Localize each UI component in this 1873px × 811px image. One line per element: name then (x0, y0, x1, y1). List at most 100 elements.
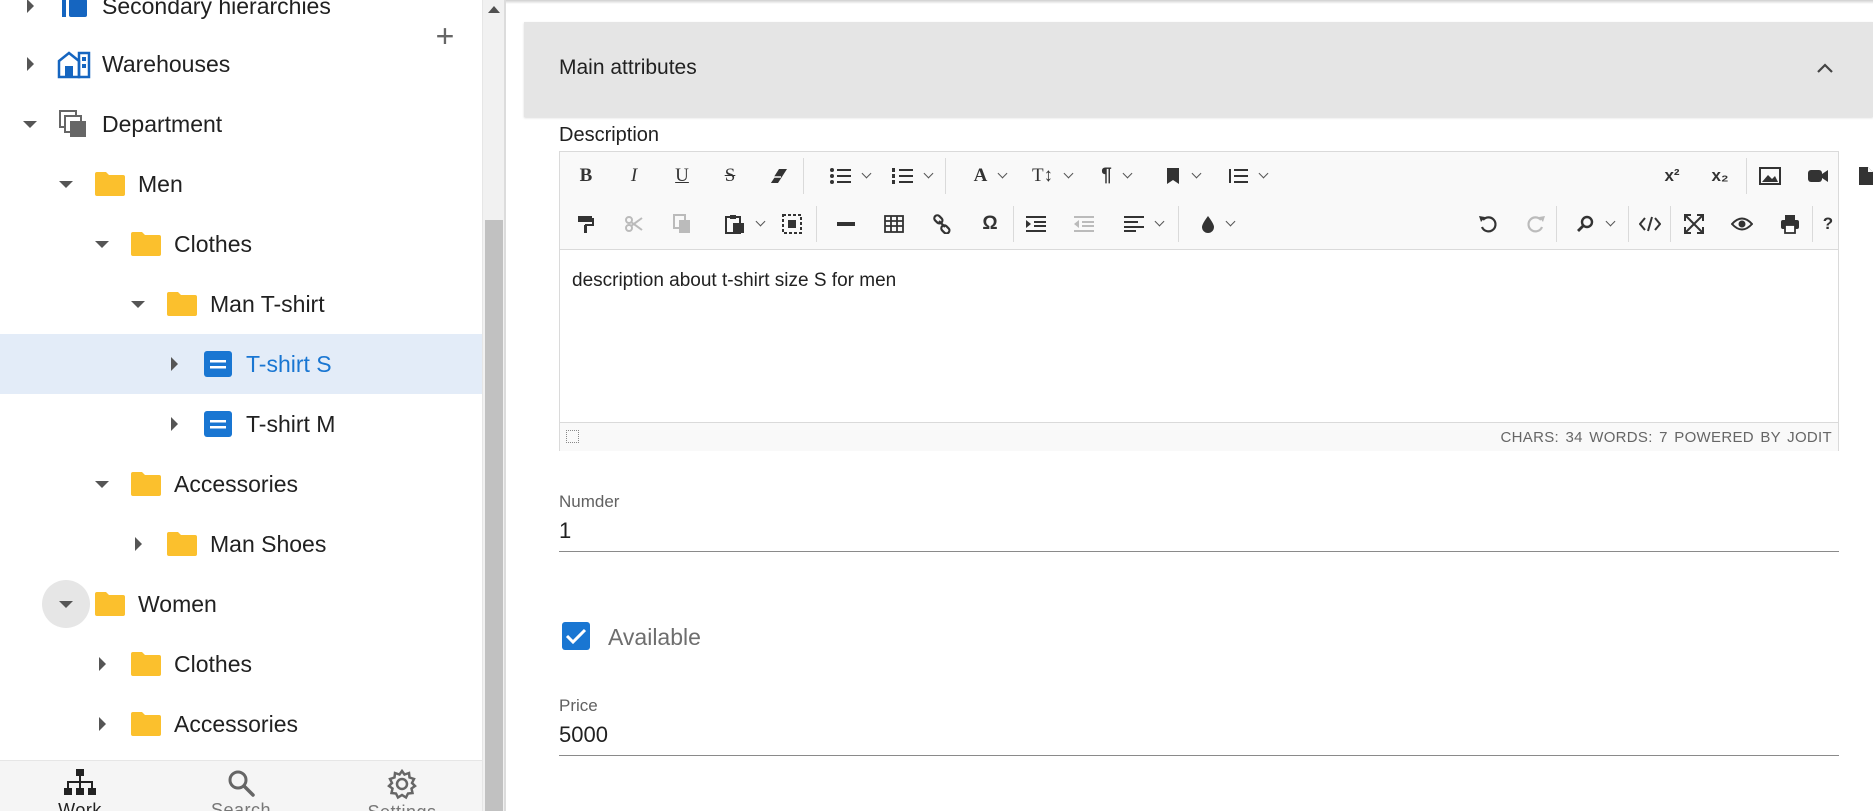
tree-item-man-tshirt[interactable]: Man T-shirt (0, 274, 482, 334)
tree-item-label: Accessories (174, 470, 298, 497)
expand-arrow-icon[interactable] (126, 532, 150, 556)
nav-search[interactable]: Search (161, 761, 321, 811)
subscript-icon[interactable]: x₂ (1706, 162, 1734, 190)
expand-arrow-icon[interactable] (90, 652, 114, 676)
italic-icon[interactable]: I (622, 162, 646, 190)
expand-arrow-icon[interactable] (18, 0, 42, 18)
chevron-up-icon[interactable] (1815, 58, 1835, 78)
checkmark-icon (565, 628, 587, 645)
available-checkbox[interactable] (562, 622, 590, 650)
folder-icon (165, 529, 199, 559)
scroll-up-icon[interactable] (488, 6, 500, 13)
bold-icon[interactable]: B (574, 162, 598, 190)
nav-work[interactable]: Work (0, 761, 160, 811)
table-icon[interactable] (882, 210, 906, 238)
collapse-arrow-icon[interactable] (42, 580, 90, 628)
folder-icon (129, 229, 163, 259)
toolbar-separator (1556, 206, 1557, 242)
tree-item-clothes[interactable]: Clothes (0, 214, 482, 274)
strikethrough-icon[interactable]: S (718, 162, 742, 190)
tree-item-label: Women (138, 590, 217, 617)
collapse-arrow-icon[interactable] (18, 112, 42, 136)
folder-icon (129, 649, 163, 679)
undo-icon[interactable] (1476, 210, 1500, 238)
eraser-icon[interactable] (766, 162, 790, 190)
toolbar-separator (1746, 158, 1747, 194)
search-icon (224, 768, 258, 798)
nav-settings[interactable]: Settings (322, 761, 482, 811)
outdent-icon[interactable] (1072, 210, 1096, 238)
tree-item-men[interactable]: Men (0, 154, 482, 214)
add-button[interactable]: + (430, 20, 460, 52)
preview-icon[interactable] (1730, 210, 1754, 238)
cut-icon[interactable] (622, 210, 646, 238)
app-root: Secondary hierarchies Warehouses Departm… (0, 0, 1873, 811)
video-icon[interactable] (1804, 162, 1832, 190)
select-all-icon[interactable] (780, 210, 804, 238)
tree-item-accessories[interactable]: Accessories (0, 454, 482, 514)
classes-icon[interactable] (1156, 162, 1208, 190)
tree-item-warehouses[interactable]: Warehouses (0, 34, 482, 94)
tree-scrollbar[interactable] (482, 0, 504, 811)
redo-icon[interactable] (1524, 210, 1548, 238)
editor-status-bar: CHARS: 34 WORDS: 7 POWERED BY JODIT (560, 422, 1838, 451)
editor-content[interactable]: description about t-shirt size S for men (572, 270, 896, 292)
expand-arrow-icon[interactable] (162, 352, 186, 376)
underline-icon[interactable]: U (670, 162, 694, 190)
tree-item-clothes[interactable]: Clothes (0, 634, 482, 694)
paragraph-icon[interactable]: ¶ (1090, 162, 1142, 190)
sitemap-icon (63, 768, 97, 798)
font-icon[interactable]: A (964, 162, 1016, 190)
collapse-arrow-icon[interactable] (90, 232, 114, 256)
expand-arrow-icon[interactable] (90, 712, 114, 736)
copy-icon[interactable] (670, 210, 694, 238)
unordered-list-icon[interactable] (822, 162, 876, 190)
description-editor[interactable]: B I U S A T↕ ¶ x² x₂ Ω ? description abo… (559, 151, 1873, 451)
tree-item-accessories[interactable]: Accessories (0, 694, 482, 754)
tree-item-department[interactable]: Department (0, 94, 482, 154)
tree-item-tshirt-m[interactable]: T-shirt M (0, 394, 482, 454)
link-icon[interactable] (930, 210, 954, 238)
toolbar-row: B I U S A T↕ ¶ x² x₂ (560, 152, 1873, 200)
tree-item-label: T-shirt M (246, 410, 336, 437)
tree-item-man-shoes[interactable]: Man Shoes (0, 514, 482, 574)
main-attributes-header[interactable]: Main attributes (524, 22, 1873, 117)
folder-icon (129, 469, 163, 499)
copy-format-icon[interactable] (574, 210, 598, 238)
scroll-thumb[interactable] (485, 220, 503, 811)
price-value[interactable]: 5000 (559, 722, 608, 748)
resize-handle-icon[interactable] (566, 430, 579, 443)
tree-item-secondary-hierarchies[interactable]: Secondary hierarchies (0, 0, 482, 36)
tree-item-women[interactable]: Women (0, 574, 482, 634)
horizontal-rule-icon[interactable] (834, 210, 858, 238)
file-icon[interactable] (1852, 162, 1873, 190)
paste-icon[interactable] (718, 210, 770, 238)
image-icon[interactable] (1756, 162, 1784, 190)
toolbar-row: Ω ? (560, 200, 1838, 248)
brush-icon[interactable] (1192, 210, 1242, 238)
print-icon[interactable] (1778, 210, 1802, 238)
content-area: Main attributes Description B I U S A T↕… (506, 0, 1873, 811)
panel-title: Main attributes (559, 56, 697, 79)
expand-arrow-icon[interactable] (18, 52, 42, 76)
find-icon[interactable] (1570, 210, 1620, 238)
line-height-icon[interactable] (1220, 162, 1274, 190)
font-size-icon[interactable]: T↕ (1026, 162, 1078, 190)
source-code-icon[interactable] (1638, 210, 1662, 238)
indent-icon[interactable] (1024, 210, 1048, 238)
number-value[interactable]: 1 (559, 518, 571, 544)
number-field[interactable]: Numder 1 (559, 492, 1839, 552)
superscript-icon[interactable]: x² (1658, 162, 1686, 190)
fullsize-icon[interactable] (1682, 210, 1706, 238)
expand-arrow-icon[interactable] (162, 412, 186, 436)
tree-item-tshirt-s[interactable]: T-shirt S (0, 334, 482, 394)
collapse-arrow-icon[interactable] (126, 292, 150, 316)
align-icon[interactable] (1116, 210, 1170, 238)
ordered-list-icon[interactable] (884, 162, 938, 190)
symbols-icon[interactable]: Ω (978, 210, 1002, 238)
collapse-arrow-icon[interactable] (54, 172, 78, 196)
about-icon[interactable]: ? (1816, 210, 1840, 238)
price-field[interactable]: Price 5000 (559, 696, 1839, 756)
toolbar-separator (816, 206, 817, 242)
collapse-arrow-icon[interactable] (90, 472, 114, 496)
